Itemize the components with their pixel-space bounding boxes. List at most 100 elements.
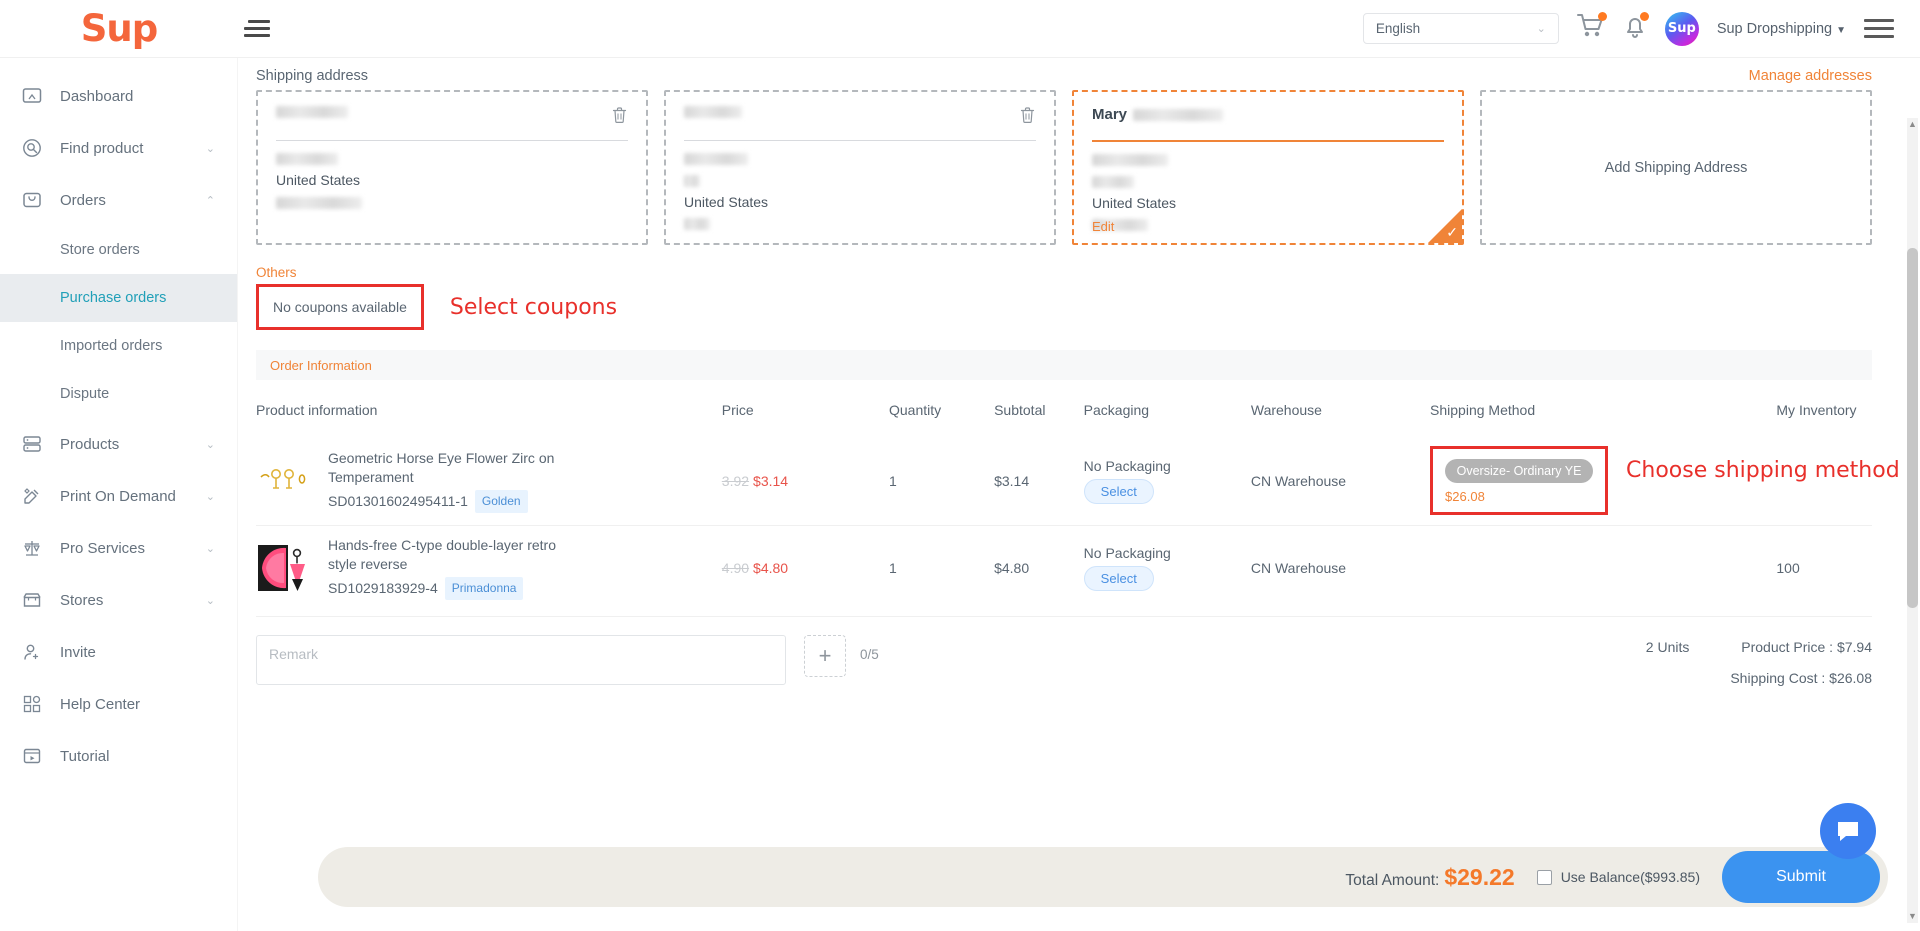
sidebar-item-dispute[interactable]: Dispute [0, 370, 237, 418]
products-stack-icon [22, 434, 48, 454]
product-title[interactable]: Hands-free C-type double-layer retro sty… [328, 536, 558, 574]
redacted-text [1133, 108, 1224, 121]
total-amount: Total Amount: $29.22 [1345, 864, 1514, 891]
address-country: United States [1092, 194, 1177, 211]
sidebar-item-label: Invite [60, 643, 96, 661]
column-header-quantity: Quantity [889, 402, 942, 418]
scroll-up-arrow-icon[interactable]: ▲ [1908, 120, 1917, 129]
sidebar-item-label: Print On Demand [60, 487, 176, 505]
address-line-2 [684, 172, 1036, 187]
inventory-cell: 100 [1776, 525, 1872, 610]
current-price: $4.80 [753, 560, 789, 576]
sidebar-sub-label: Purchase orders [60, 290, 167, 306]
column-header-subtotal: Subtotal [994, 402, 1046, 418]
address-line-2 [1092, 173, 1444, 188]
cart-badge-dot [1597, 12, 1607, 21]
address-card[interactable]: United States [664, 90, 1056, 245]
sidebar-item-stores[interactable]: Stores ⌄ [0, 574, 237, 626]
cart-icon[interactable] [1576, 12, 1607, 44]
product-title[interactable]: Geometric Horse Eye Flower Zirc on Tempe… [328, 449, 558, 487]
packaging-label: No Packaging [1083, 545, 1171, 561]
sidebar-item-invite[interactable]: Invite [0, 626, 237, 678]
scroll-down-arrow-icon[interactable]: ▼ [1908, 912, 1917, 921]
warehouse-cell: CN Warehouse [1250, 525, 1431, 610]
column-header-shipping-method: Shipping Method [1430, 402, 1536, 418]
product-thumbnail[interactable] [256, 452, 314, 510]
avatar[interactable]: Sup [1664, 11, 1699, 46]
sidebar-item-help-center[interactable]: Help Center [0, 678, 237, 730]
shipping-method-cost: $26.08 [1445, 489, 1485, 504]
chevron-down-icon: ⌄ [1536, 23, 1546, 35]
sidebar-item-print-on-demand[interactable]: Print On Demand ⌄ [0, 470, 237, 522]
sidebar-item-pro-services[interactable]: Pro Services ⌄ [0, 522, 237, 574]
print-on-demand-icon [22, 486, 48, 506]
remark-and-totals: + 0/5 2 Units Product Price : $7.94 Ship… [256, 616, 1872, 701]
column-header-product: Product information [256, 402, 378, 418]
use-balance-checkbox[interactable] [1536, 869, 1552, 885]
shipping-method-cell[interactable] [1430, 525, 1777, 610]
sidebar-item-label: Products [60, 435, 120, 453]
product-cell: Geometric Horse Eye Flower Zirc on Tempe… [256, 436, 722, 526]
subtotal-cell: $4.80 [994, 525, 1084, 610]
packaging-select-button[interactable]: Select [1083, 566, 1154, 591]
add-shipping-address-card[interactable]: Add Shipping Address [1480, 90, 1872, 245]
edit-address-link[interactable]: Edit [1092, 219, 1114, 234]
sidebar-item-products[interactable]: Products ⌄ [0, 418, 237, 470]
notification-badge-dot [1639, 12, 1649, 21]
address-phone [684, 216, 1036, 230]
invite-user-icon [22, 642, 48, 662]
price-cell: 3.92 $3.14 [722, 436, 889, 526]
coupon-selector[interactable]: No coupons available [256, 284, 424, 330]
sidebar-item-label: Dashboard [60, 87, 134, 105]
manage-addresses-link[interactable]: Manage addresses [1749, 68, 1900, 84]
table-row: Hands-free C-type double-layer retro sty… [256, 525, 1872, 610]
product-price-total: Product Price : $7.94 [1741, 639, 1872, 655]
shipping-address-title: Shipping address [256, 68, 369, 84]
shipping-address-header: Shipping address Manage addresses [256, 58, 1900, 90]
total-amount-value: $29.22 [1444, 863, 1515, 890]
brand-logo[interactable]: Sup [0, 10, 238, 47]
search-circle-icon [22, 138, 48, 158]
packaging-select-button[interactable]: Select [1083, 478, 1154, 504]
add-shipping-address-label: Add Shipping Address [1604, 159, 1748, 176]
shipping-method-highlight[interactable]: Oversize- Ordinary YE $26.08 [1430, 446, 1609, 515]
shipping-method-pill[interactable]: Oversize- Ordinary YE [1445, 459, 1594, 483]
vertical-scrollbar[interactable]: ▲ ▼ [1907, 118, 1918, 923]
sidebar-item-orders[interactable]: Orders ⌃ [0, 174, 237, 226]
sidebar-sub-label: Imported orders [60, 338, 163, 354]
chat-support-icon[interactable] [1820, 803, 1876, 859]
sidebar-item-label: Find product [60, 139, 144, 157]
sidebar-item-dashboard[interactable]: Dashboard [0, 70, 237, 122]
sidebar-item-purchase-orders[interactable]: Purchase orders [0, 274, 237, 322]
notification-bell-icon[interactable] [1623, 12, 1649, 44]
language-select[interactable]: English ⌄ [1362, 13, 1559, 44]
sidebar-item-find-product[interactable]: Find product ⌄ [0, 122, 237, 174]
delete-address-icon[interactable] [611, 106, 628, 127]
sidebar-item-tutorial[interactable]: Tutorial [0, 730, 237, 782]
address-card-selected[interactable]: Mary United States Edit ✓ [1072, 90, 1464, 245]
address-recipient-name: Mary [1092, 106, 1224, 123]
sidebar-item-imported-orders[interactable]: Imported orders [0, 322, 237, 370]
scrollbar-thumb[interactable] [1907, 248, 1918, 608]
warehouse-cell: CN Warehouse [1250, 472, 1347, 489]
table-row: Geometric Horse Eye Flower Zirc on Tempe… [256, 436, 1900, 526]
original-price: 4.90 [721, 560, 750, 576]
sidebar-item-store-orders[interactable]: Store orders [0, 226, 237, 274]
remark-input[interactable] [256, 635, 786, 685]
address-card[interactable]: United States [256, 90, 648, 245]
current-price: $3.14 [753, 472, 789, 489]
redacted-text [684, 217, 710, 230]
address-country: United States [684, 193, 769, 210]
sidebar-collapse-icon[interactable] [244, 20, 270, 37]
submit-button[interactable]: Submit [1722, 851, 1880, 903]
menu-icon[interactable] [1864, 19, 1894, 38]
tutorial-play-icon [22, 746, 48, 766]
order-information-label: Order Information [270, 357, 372, 373]
product-thumbnail[interactable] [256, 539, 314, 597]
address-divider [276, 140, 628, 141]
user-menu[interactable]: Sup Dropshipping ▼ [1717, 21, 1846, 37]
delete-address-icon[interactable] [1019, 106, 1036, 127]
chevron-down-icon: ⌄ [205, 594, 215, 607]
add-attachment-button[interactable]: + [804, 635, 846, 677]
use-balance-option[interactable]: Use Balance($993.85) [1536, 869, 1700, 885]
